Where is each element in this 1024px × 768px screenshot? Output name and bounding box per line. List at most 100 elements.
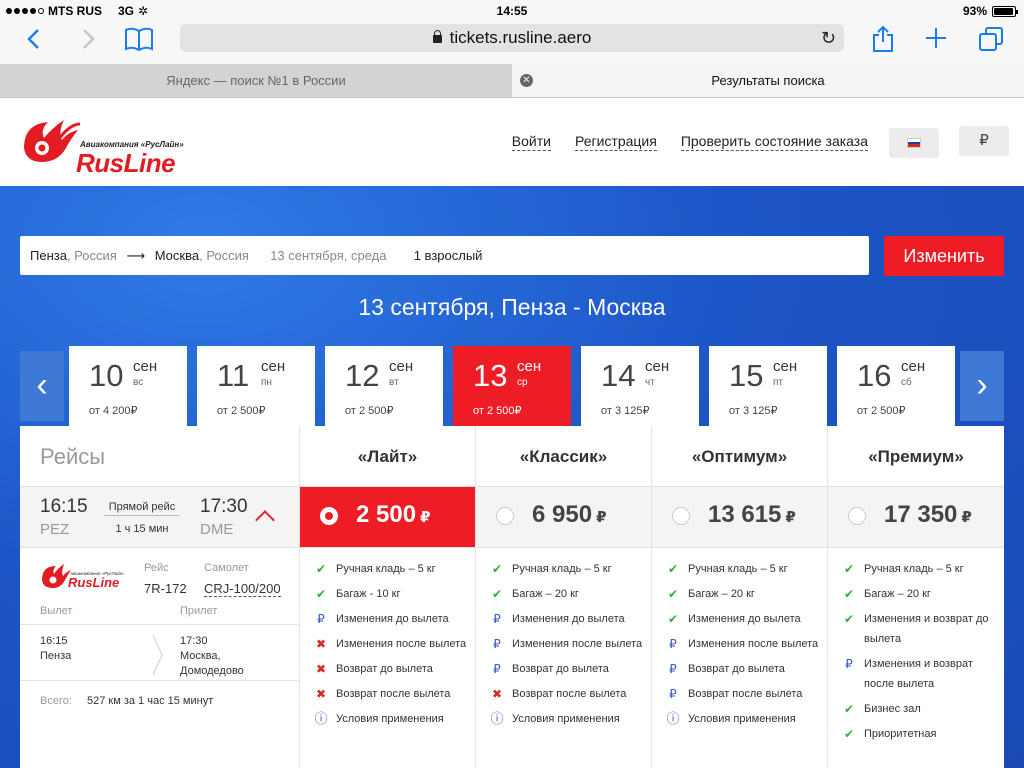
- flight-row[interactable]: 16:15 PEZ Прямой рейс 1 ч 15 мин 17:30 D…: [20, 487, 300, 548]
- search-summary[interactable]: Пенза, Россия ⟶ Москва, Россия 13 сентяб…: [20, 236, 869, 275]
- tab-yandex[interactable]: Яндекс — поиск №1 в России: [0, 64, 512, 97]
- ok-icon: ✔: [843, 587, 855, 601]
- ok-icon: ✔: [315, 562, 327, 576]
- date-day: 13: [473, 358, 508, 393]
- prev-dates-button[interactable]: ‹: [20, 351, 64, 421]
- date-card-13[interactable]: 13 сен ср от 2 500₽: [453, 346, 571, 428]
- ok-icon: ✔: [667, 587, 679, 601]
- fare-price-option[interactable]: 2 500 ₽: [300, 487, 475, 548]
- flight-number: 7R-172: [144, 581, 187, 596]
- fare-radio[interactable]: [672, 507, 690, 525]
- flight-details: Авиакомпания «РусЛайн» RusLine Рейс 7R-1…: [20, 548, 300, 768]
- flight-duration: 1 ч 15 мин: [115, 523, 169, 535]
- fare-feature: ✔ Багаж – 20 кг: [652, 584, 827, 604]
- close-tab-icon[interactable]: ✕: [520, 74, 533, 87]
- info-icon: ⓘ: [314, 711, 328, 726]
- share-icon[interactable]: [872, 25, 894, 53]
- fare-name: «Оптимум»: [652, 426, 827, 487]
- fare-name: «Лайт»: [300, 426, 475, 487]
- date-price: от 2 500₽: [345, 405, 394, 417]
- date-card-15[interactable]: 15 сен пт от 3 125₽: [709, 346, 827, 428]
- rusline-logo[interactable]: Авиакомпания «РусЛайн» RusLine: [18, 110, 198, 178]
- date-price: от 3 125₽: [601, 405, 650, 417]
- arrival-detail-time: 17:30: [180, 635, 208, 647]
- back-icon[interactable]: [26, 28, 42, 50]
- ok-icon: ✔: [315, 587, 327, 601]
- fare-feature-text: Изменения до вылета: [512, 613, 625, 625]
- login-link[interactable]: Войти: [511, 133, 551, 151]
- fare-feature: ✖ Возврат после вылета: [476, 684, 651, 704]
- currency-button[interactable]: ₽: [959, 126, 1009, 156]
- aircraft-label: Самолет: [204, 562, 249, 574]
- rub-icon: ₽: [493, 612, 501, 626]
- fare-price: 17 350 ₽: [884, 501, 972, 529]
- fare-amount: 13 615: [708, 501, 782, 528]
- rub-icon: ₽: [845, 657, 853, 671]
- fare-feature-text[interactable]: Условия применения: [336, 713, 444, 725]
- new-tab-icon[interactable]: [925, 27, 947, 49]
- fare-feature: ⓘ Условия применения: [476, 709, 651, 729]
- direct-flight-label: Прямой рейс: [104, 501, 180, 516]
- fare-feature-text[interactable]: Условия применения: [512, 713, 620, 725]
- fare-name: «Классик»: [476, 426, 651, 487]
- check-order-link[interactable]: Проверить состояние заказа: [680, 133, 868, 151]
- change-search-button[interactable]: Изменить: [884, 236, 1004, 276]
- aircraft-type[interactable]: CRJ-100/200: [204, 581, 281, 597]
- fare-feature: ₽ Возврат до вылета: [652, 659, 827, 679]
- url-text: tickets.rusline.aero: [449, 28, 592, 47]
- language-button[interactable]: [889, 128, 939, 158]
- fare-feature-text: Изменения и возврат до вылета: [864, 613, 989, 645]
- date-weekday: пт: [773, 377, 783, 388]
- from-country: , Россия: [66, 248, 117, 263]
- no-icon: ✖: [315, 687, 327, 701]
- fare-feature: ✖ Возврат до вылета: [300, 659, 475, 679]
- date-card-14[interactable]: 14 сен чт от 3 125₽: [581, 346, 699, 428]
- fare-feature: ⓘ Условия применения: [652, 709, 827, 729]
- date-card-11[interactable]: 11 сен пн от 2 500₽: [197, 346, 315, 428]
- arrival-detail-airport: Домодедово: [180, 665, 244, 677]
- collapse-chevron-icon[interactable]: [255, 510, 275, 530]
- fare-currency: ₽: [596, 509, 607, 526]
- tab-bar: Яндекс — поиск №1 в России ✕ Результаты …: [0, 64, 1024, 98]
- no-icon: ✖: [315, 662, 327, 676]
- date-day: 10: [89, 358, 124, 393]
- fare-currency: ₽: [420, 509, 431, 526]
- fare-radio[interactable]: [320, 507, 338, 525]
- rub-icon: ₽: [669, 662, 677, 676]
- no-icon: ✖: [315, 637, 327, 651]
- departure-code: PEZ: [40, 521, 70, 538]
- status-right: 93%: [963, 4, 1018, 18]
- fare-feature-text: Багаж - 10 кг: [336, 588, 401, 600]
- next-dates-button[interactable]: ›: [960, 351, 1004, 421]
- fare-feature-text[interactable]: Условия применения: [688, 713, 796, 725]
- fare-price-option[interactable]: 6 950 ₽: [476, 487, 651, 548]
- date-weekday: ср: [517, 377, 528, 388]
- passengers: 1 взрослый: [413, 248, 483, 263]
- tab-results[interactable]: ✕ Результаты поиска: [512, 64, 1024, 97]
- date-card-10[interactable]: 10 сен вс от 4 200₽: [69, 346, 187, 428]
- to-country: , Россия: [199, 248, 249, 263]
- fare-features: ✔ Ручная кладь – 5 кг ✔ Багаж - 10 кг ₽ Измен…: [300, 548, 475, 729]
- fare-feature-text: Изменения после вылета: [336, 638, 467, 650]
- address-bar[interactable]: tickets.rusline.aero ↻: [180, 24, 844, 52]
- ok-icon: ✔: [843, 727, 855, 741]
- forward-icon[interactable]: [80, 28, 96, 50]
- bookmarks-icon[interactable]: [124, 27, 154, 51]
- register-link[interactable]: Регистрация: [574, 133, 657, 151]
- fare-column: «Классик» 6 950 ₽ ✔ Ручная кладь – 5 кг ✔ Бага…: [476, 426, 652, 768]
- ok-icon: ✔: [843, 612, 855, 626]
- date-card-16[interactable]: 16 сен сб от 2 500₽: [837, 346, 955, 428]
- fare-radio[interactable]: [496, 507, 514, 525]
- departure-time: 16:15: [40, 496, 88, 517]
- fare-price-option[interactable]: 13 615 ₽: [652, 487, 827, 548]
- tabs-icon[interactable]: [978, 26, 1004, 52]
- departure-detail-time: 16:15: [40, 635, 68, 647]
- fare-feature: ✔ Ручная кладь – 5 кг: [828, 559, 1004, 579]
- fare-column: «Оптимум» 13 615 ₽ ✔ Ручная кладь – 5 кг ✔ Баг…: [652, 426, 828, 768]
- date-card-12[interactable]: 12 сен вт от 2 500₽: [325, 346, 443, 428]
- fare-price-option[interactable]: 17 350 ₽: [828, 487, 1004, 548]
- fare-radio[interactable]: [848, 507, 866, 525]
- rub-icon: ₽: [669, 637, 677, 651]
- reload-icon[interactable]: ↻: [821, 24, 836, 52]
- date-month: сен: [773, 358, 798, 375]
